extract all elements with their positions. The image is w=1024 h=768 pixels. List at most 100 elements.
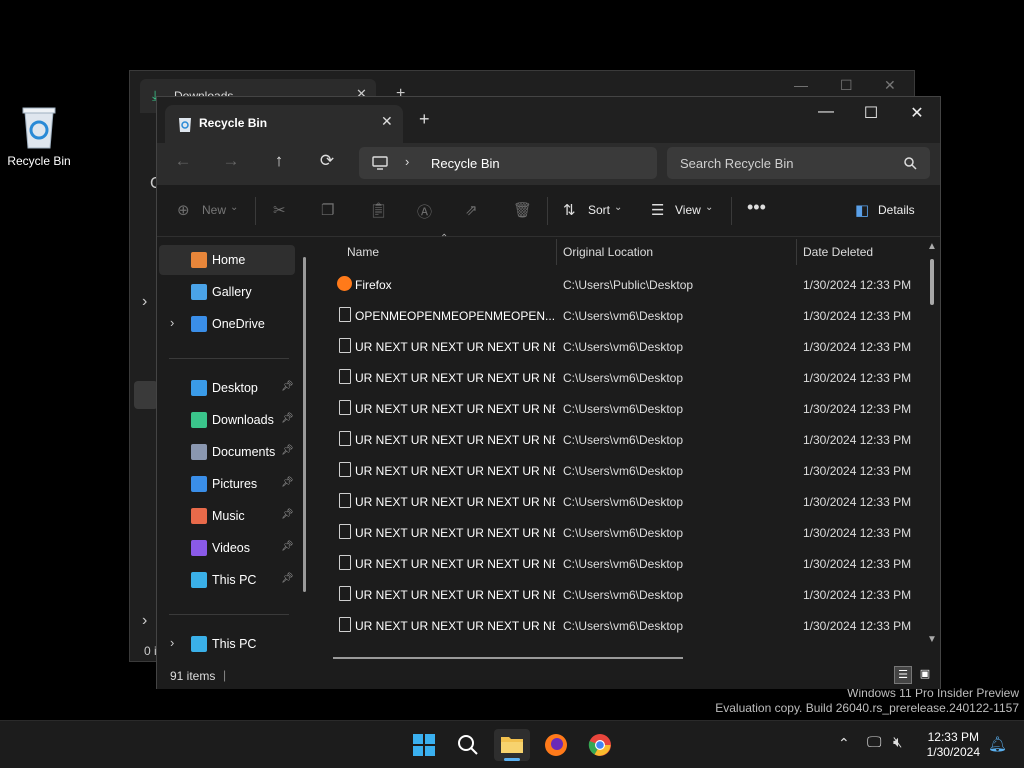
- sidebar-item-label: This PC: [212, 573, 257, 587]
- column-date-deleted[interactable]: Date Deleted: [803, 245, 873, 259]
- table-row[interactable]: UR NEXT UR NEXT UR NEXT UR NE... C:\Users…: [317, 455, 929, 486]
- more-options-icon[interactable]: •••: [747, 197, 766, 218]
- table-row[interactable]: Firefox C:\Users\Public\Desktop 1/30/2024 …: [317, 269, 929, 300]
- sort-button[interactable]: Sort: [588, 203, 610, 217]
- back-arrow-icon[interactable]: ←: [168, 151, 198, 171]
- sidebar-item-onedrive[interactable]: › OneDrive: [159, 309, 295, 339]
- maximize-icon[interactable]: ☐: [840, 77, 853, 94]
- pin-icon[interactable]: 📌︎: [281, 445, 294, 456]
- chrome-icon[interactable]: [582, 729, 618, 761]
- sidebar-item-documents[interactable]: Documents 📌︎: [159, 437, 295, 467]
- file-icon: [339, 555, 351, 570]
- table-row[interactable]: OPENMEOPENMEOPENMEOPEN... C:\Users\vm6\De…: [317, 300, 929, 331]
- table-row[interactable]: UR NEXT UR NEXT UR NEXT UR NE... C:\Users…: [317, 548, 929, 579]
- sidebar-item-this-pc[interactable]: › This PC: [159, 629, 295, 659]
- minimize-icon[interactable]: —: [804, 103, 848, 121]
- paste-icon[interactable]: 📋︎: [369, 201, 388, 219]
- download-icon: [191, 412, 207, 428]
- pin-icon[interactable]: 📌︎: [281, 477, 294, 488]
- column-original-location[interactable]: Original Location: [563, 245, 653, 259]
- refresh-icon[interactable]: ⟳: [312, 151, 342, 171]
- delete-icon[interactable]: 🗑︎: [513, 201, 532, 219]
- original-location: C:\Users\vm6\Desktop: [563, 557, 684, 571]
- tab-recycle-bin[interactable]: Recycle Bin ✕: [165, 105, 403, 143]
- table-row[interactable]: UR NEXT UR NEXT UR NEXT UR NE... C:\Users…: [317, 579, 929, 610]
- minimize-icon[interactable]: —: [794, 77, 808, 93]
- chevron-down-icon: ⌄: [705, 202, 714, 213]
- recycle-bin-window[interactable]: Recycle Bin ✕ + — ☐ ✕ ← → ↑ ⟳ › Recycle …: [156, 96, 941, 689]
- table-row[interactable]: UR NEXT UR NEXT UR NEXT UR NE... C:\Users…: [317, 610, 929, 641]
- file-explorer-icon[interactable]: [494, 729, 530, 761]
- sidebar-item-gallery[interactable]: Gallery: [159, 277, 295, 307]
- column-separator[interactable]: [556, 239, 557, 265]
- chevron-right-icon[interactable]: ›: [170, 635, 174, 650]
- sidebar-item-pictures[interactable]: Pictures 📌︎: [159, 469, 295, 499]
- sidebar-item-desktop[interactable]: Desktop 📌︎: [159, 373, 295, 403]
- table-row[interactable]: UR NEXT UR NEXT UR NEXT UR NE... C:\Users…: [317, 331, 929, 362]
- network-icon[interactable]: 🖵︎: [867, 734, 881, 751]
- forward-arrow-icon[interactable]: →: [216, 151, 246, 171]
- horizontal-scrollbar-thumb[interactable]: [333, 657, 683, 659]
- sidebar-item-this-pc[interactable]: This PC 📌︎: [159, 565, 295, 595]
- start-icon[interactable]: [406, 729, 442, 761]
- pin-icon[interactable]: 📌︎: [281, 541, 294, 552]
- details-button[interactable]: Details: [878, 203, 915, 217]
- close-icon[interactable]: ✕: [884, 77, 896, 94]
- chevron-right-icon[interactable]: ›: [170, 315, 174, 330]
- view-button[interactable]: View: [675, 203, 701, 217]
- notification-bell-icon[interactable]: 🔔︎: [988, 735, 1007, 753]
- sort-ascending-icon: ⌃: [440, 233, 449, 244]
- vertical-scrollbar-thumb[interactable]: [930, 259, 934, 305]
- address-bar[interactable]: › Recycle Bin: [359, 147, 657, 179]
- original-location: C:\Users\vm6\Desktop: [563, 402, 684, 416]
- share-icon[interactable]: ⇗: [465, 201, 478, 219]
- title-bar: Recycle Bin ✕ + — ☐ ✕: [157, 97, 940, 143]
- chevron-right-icon: ›: [142, 293, 148, 310]
- column-separator[interactable]: [796, 239, 797, 265]
- table-row[interactable]: UR NEXT UR NEXT UR NEXT UR NE... C:\Users…: [317, 424, 929, 455]
- watermark-line-2: Evaluation copy. Build 26040.rs_prerelea…: [715, 701, 1019, 715]
- new-button[interactable]: New: [202, 203, 226, 217]
- table-row[interactable]: UR NEXT UR NEXT UR NEXT UR NE... C:\Users…: [317, 393, 929, 424]
- pin-icon[interactable]: 📌︎: [281, 509, 294, 520]
- firefox-icon[interactable]: [538, 729, 574, 761]
- sidebar-item-videos[interactable]: Videos 📌︎: [159, 533, 295, 563]
- sidebar-item-label: Desktop: [212, 381, 258, 395]
- item-count: 91 items: [170, 669, 216, 683]
- table-row[interactable]: UR NEXT UR NEXT UR NEXT UR NE... C:\Users…: [317, 517, 929, 548]
- table-row[interactable]: UR NEXT UR NEXT UR NEXT UR NE... C:\Users…: [317, 486, 929, 517]
- pin-icon[interactable]: 📌︎: [281, 381, 294, 392]
- maximize-icon[interactable]: ☐: [849, 103, 893, 123]
- up-arrow-icon[interactable]: ↑: [264, 151, 294, 171]
- details-view-icon[interactable]: ☰: [894, 666, 912, 684]
- column-name[interactable]: Name: [347, 245, 379, 259]
- sidebar-item-downloads[interactable]: Downloads 📌︎: [159, 405, 295, 435]
- close-tab-icon[interactable]: ✕: [381, 113, 393, 130]
- search-box[interactable]: Search Recycle Bin: [667, 147, 930, 179]
- cut-icon[interactable]: ✂: [273, 201, 286, 219]
- volume-muted-icon[interactable]: 🔇︎: [893, 734, 902, 751]
- show-hidden-icons-icon[interactable]: ⌃: [838, 735, 850, 752]
- rename-icon[interactable]: Ⓐ: [417, 201, 432, 222]
- original-location: C:\Users\vm6\Desktop: [563, 340, 684, 354]
- pin-icon[interactable]: 📌︎: [281, 573, 294, 584]
- close-icon[interactable]: ✕: [895, 103, 939, 123]
- new-tab-button[interactable]: +: [419, 109, 430, 130]
- sidebar-scrollbar[interactable]: [303, 257, 306, 592]
- original-location: C:\Users\Public\Desktop: [563, 278, 694, 292]
- tiles-view-icon[interactable]: ▣: [916, 666, 934, 684]
- copy-icon[interactable]: ❐: [321, 201, 334, 219]
- search-icon[interactable]: [450, 729, 486, 761]
- pictures-icon: [191, 476, 207, 492]
- scroll-down-icon[interactable]: ▼: [927, 634, 937, 645]
- sidebar-item-home[interactable]: Home: [159, 245, 295, 275]
- system-clock[interactable]: 12:33 PM 1/30/2024: [927, 730, 980, 760]
- pin-icon[interactable]: 📌︎: [281, 413, 294, 424]
- scroll-up-icon[interactable]: ▲: [927, 241, 937, 252]
- desktop-recycle-bin[interactable]: Recycle Bin: [6, 104, 72, 168]
- table-row[interactable]: UR NEXT UR NEXT UR NEXT UR NE... C:\Users…: [317, 362, 929, 393]
- date-deleted: 1/30/2024 12:33 PM: [803, 464, 912, 478]
- sidebar-item-music[interactable]: Music 📌︎: [159, 501, 295, 531]
- sidebar-item-label: Gallery: [212, 285, 252, 299]
- breadcrumb-recycle-bin[interactable]: Recycle Bin: [431, 156, 500, 171]
